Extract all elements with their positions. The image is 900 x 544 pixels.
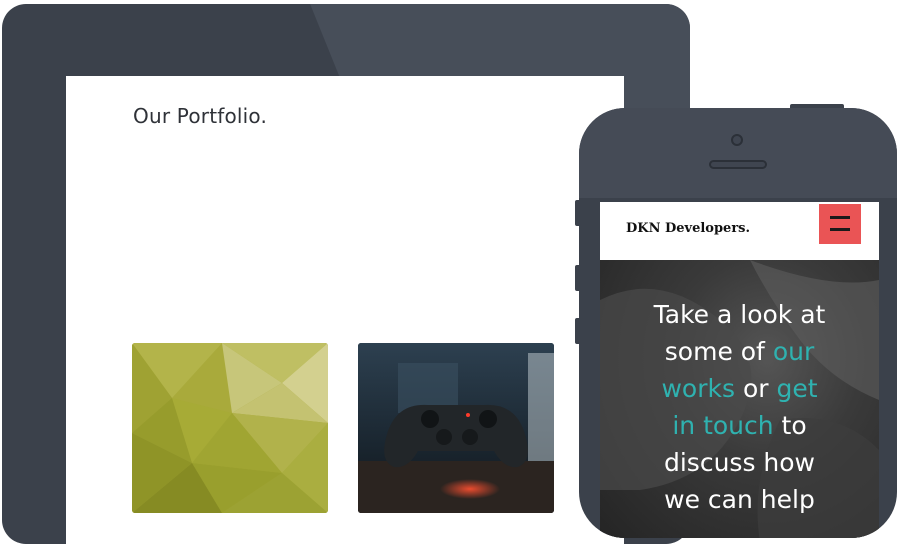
get-in-touch-link[interactable]: get <box>776 374 817 403</box>
portfolio-thumbnail-low-poly[interactable] <box>132 343 328 513</box>
gamepad-image <box>358 343 554 513</box>
menu-button[interactable] <box>819 204 861 244</box>
mobile-header: DKN Developers. <box>600 202 879 260</box>
hero-line-6: we can help <box>664 485 815 514</box>
hero-line-4: in touch to <box>600 407 879 444</box>
phone-device: DKN Developers. Take a look at some of o… <box>579 108 897 538</box>
front-camera <box>731 134 743 146</box>
portfolio-thumbnail-gamepad[interactable] <box>358 343 554 513</box>
phone-screen: DKN Developers. Take a look at some of o… <box>600 202 879 538</box>
get-in-touch-link[interactable]: in touch <box>672 411 773 440</box>
hero-line-2: some of our <box>600 333 879 370</box>
hero-text: to <box>773 411 807 440</box>
hero-text: or <box>735 374 777 403</box>
hero-heading: Take a look at some of our works or get … <box>600 296 879 518</box>
phone-speaker <box>709 160 767 169</box>
hero-line-5: discuss how <box>663 448 815 477</box>
low-poly-image <box>132 343 328 513</box>
brand-logo[interactable]: DKN Developers. <box>626 221 750 236</box>
our-works-link[interactable]: works <box>661 374 735 403</box>
hero-line-1: Take a look at <box>653 300 826 329</box>
phone-glare <box>579 108 897 198</box>
hero-text: some of <box>664 337 773 366</box>
hero-line-3: works or get <box>600 370 879 407</box>
our-works-link[interactable]: our <box>773 337 814 366</box>
tablet-screen: Our Portfolio. <box>66 76 624 544</box>
portfolio-title: Our Portfolio. <box>133 104 268 128</box>
hero-section: Take a look at some of our works or get … <box>600 260 879 538</box>
